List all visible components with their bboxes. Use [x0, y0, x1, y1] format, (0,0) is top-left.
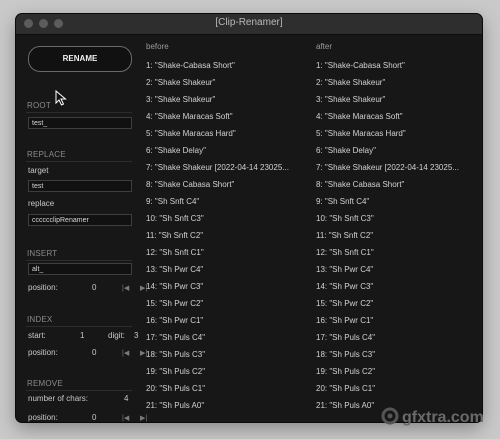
before-row: 17: "Sh Puls C4" — [146, 333, 206, 342]
after-row: 14: "Sh Pwr C3" — [316, 282, 374, 291]
remove-position-value[interactable]: 0 — [92, 413, 96, 422]
remove-heading: REMOVE — [27, 379, 63, 388]
after-row: 6: "Shake Delay" — [316, 146, 376, 155]
after-row: 3: "Shake Shakeur" — [316, 95, 386, 104]
replace-input[interactable]: cccccclipRenamer — [28, 214, 132, 226]
after-row: 1: "Shake-Cabasa Short" — [316, 61, 405, 70]
title-bar: [Clip-Renamer] — [16, 14, 482, 35]
before-row: 18: "Sh Puls C3" — [146, 350, 206, 359]
before-row: 1: "Shake-Cabasa Short" — [146, 61, 235, 70]
chars-label: number of chars: — [28, 394, 89, 403]
index-divider — [26, 326, 132, 327]
after-row: 5: "Shake Maracas Hard" — [316, 129, 406, 138]
after-column-header: after — [316, 42, 333, 51]
insert-heading: INSERT — [27, 249, 58, 258]
before-row: 4: "Shake Maracas Soft" — [146, 112, 233, 121]
before-row: 15: "Sh Pwr C2" — [146, 299, 204, 308]
before-row: 16: "Sh Pwr C1" — [146, 316, 204, 325]
after-row: 11: "Sh Snft C2" — [316, 231, 374, 240]
before-row: 7: "Shake Shakeur [2022-04-14 23025... — [146, 163, 289, 172]
start-label: start: — [28, 331, 46, 340]
before-row: 11: "Sh Snft C2" — [146, 231, 204, 240]
before-row: 14: "Sh Pwr C3" — [146, 282, 204, 291]
step-back-icon[interactable]: |◀ — [122, 284, 129, 292]
root-input[interactable]: test_ — [28, 117, 132, 129]
before-row: 21: "Sh Puls A0" — [146, 401, 205, 410]
after-row: 15: "Sh Pwr C2" — [316, 299, 374, 308]
app-window: [Clip-Renamer] RENAME ROOT test_ REPLACE… — [16, 14, 482, 422]
before-row: 2: "Shake Shakeur" — [146, 78, 216, 87]
after-row: 7: "Shake Shakeur [2022-04-14 23025... — [316, 163, 459, 172]
mouse-pointer-icon — [55, 90, 67, 106]
after-row: 8: "Shake Cabasa Short" — [316, 180, 405, 189]
after-row: 2: "Shake Shakeur" — [316, 78, 386, 87]
remove-position-label: position: — [28, 413, 58, 422]
rename-button[interactable]: RENAME — [28, 46, 132, 72]
insert-position-value[interactable]: 0 — [92, 283, 96, 292]
index-heading: INDEX — [27, 315, 53, 324]
after-row: 16: "Sh Pwr C1" — [316, 316, 374, 325]
after-row: 9: "Sh Snft C4" — [316, 197, 370, 206]
before-row: 12: "Sh Snft C1" — [146, 248, 204, 257]
digit-value[interactable]: 3 — [134, 331, 138, 340]
step-back-icon[interactable]: |◀ — [122, 349, 129, 357]
replace-divider — [26, 161, 132, 162]
before-row: 5: "Shake Maracas Hard" — [146, 129, 236, 138]
root-heading: ROOT — [27, 101, 51, 110]
insert-position-label: position: — [28, 283, 58, 292]
after-row: 18: "Sh Puls C3" — [316, 350, 376, 359]
replace-heading: REPLACE — [27, 150, 66, 159]
after-row: 13: "Sh Pwr C4" — [316, 265, 374, 274]
replace-label: replace — [28, 199, 55, 208]
before-row: 8: "Shake Cabasa Short" — [146, 180, 235, 189]
before-list: 1: "Shake-Cabasa Short" 2: "Shake Shakeur… — [146, 60, 316, 417]
insert-divider — [26, 260, 132, 261]
before-row: 9: "Sh Snft C4" — [146, 197, 200, 206]
before-row: 3: "Shake Shakeur" — [146, 95, 216, 104]
watermark-logo: gfxtra.com — [381, 407, 484, 426]
after-list: 1: "Shake-Cabasa Short" 2: "Shake Shakeur… — [316, 60, 476, 417]
index-position-value[interactable]: 0 — [92, 348, 96, 357]
target-label: target — [28, 166, 49, 175]
step-back-icon[interactable]: |◀ — [122, 414, 129, 422]
watermark-text: gfxtra.com — [402, 409, 484, 426]
insert-input[interactable]: alt_ — [28, 263, 132, 275]
before-row: 20: "Sh Puls C1" — [146, 384, 206, 393]
target-input[interactable]: test — [28, 180, 132, 192]
before-row: 19: "Sh Puls C2" — [146, 367, 206, 376]
before-column-header: before — [146, 42, 169, 51]
digit-label: digit: — [108, 331, 125, 340]
after-row: 4: "Shake Maracas Soft" — [316, 112, 403, 121]
after-row: 12: "Sh Snft C1" — [316, 248, 374, 257]
after-row: 19: "Sh Puls C2" — [316, 367, 376, 376]
start-value[interactable]: 1 — [80, 331, 84, 340]
before-row: 6: "Shake Delay" — [146, 146, 206, 155]
after-row: 17: "Sh Puls C4" — [316, 333, 376, 342]
before-row: 10: "Sh Snft C3" — [146, 214, 204, 223]
window-title: [Clip-Renamer] — [215, 17, 283, 28]
root-divider — [26, 112, 132, 113]
after-row: 10: "Sh Snft C3" — [316, 214, 374, 223]
remove-divider — [26, 390, 132, 391]
index-position-label: position: — [28, 348, 58, 357]
chars-value[interactable]: 4 — [124, 394, 128, 403]
before-row: 13: "Sh Pwr C4" — [146, 265, 204, 274]
